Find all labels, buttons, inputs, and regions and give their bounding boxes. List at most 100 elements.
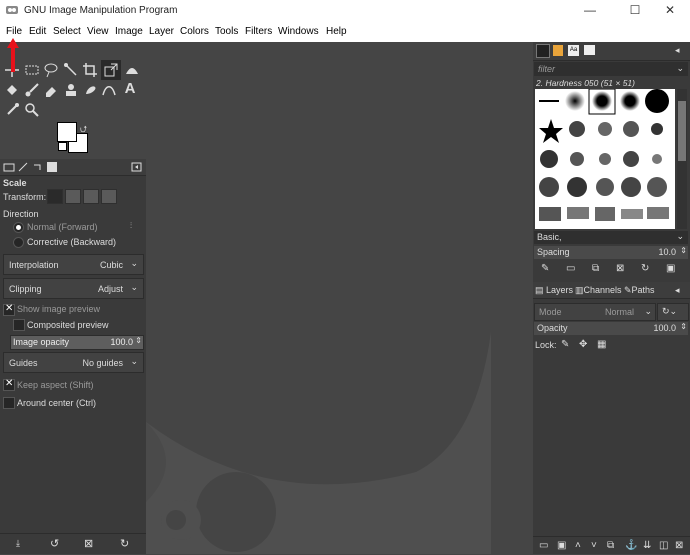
lasso-tool-icon[interactable] [43,62,59,78]
menu-image[interactable]: Image [115,26,143,37]
menu-layer[interactable]: Layer [149,26,174,37]
spin-arrows-icon[interactable]: ⇕ [680,322,687,331]
menu-colors[interactable]: Colors [180,26,209,37]
warp-tool-icon[interactable] [124,62,140,78]
image-canvas[interactable] [146,42,533,554]
images-tab-icon[interactable] [46,161,58,173]
close-button[interactable]: ✕ [650,0,690,22]
interpolation-combo[interactable]: Interpolation Cubic ⌄ [3,254,144,275]
red-arrow-annotation-icon [7,38,19,72]
paintbrush-tool-icon[interactable] [24,82,40,98]
document-history-tab-icon[interactable] [584,45,595,55]
spin-arrows-icon[interactable]: ⇕ [680,246,687,255]
crop-tool-icon[interactable] [82,62,98,78]
anchor-layer-icon[interactable]: ⚓ [625,540,637,551]
direction-chain-icon[interactable]: ⫶ [130,221,132,231]
show-preview-checkbox[interactable] [3,303,15,316]
menu-view[interactable]: View [87,26,109,37]
save-options-icon[interactable]: ⤓ [16,538,20,549]
new-layer-icon[interactable]: ▭ [539,540,548,551]
panel-menu-icon[interactable]: ◂ [675,285,680,296]
duplicate-brush-icon[interactable]: ⧉ [592,263,599,274]
title-bar: GNU Image Manipulation Program — ☐ ✕ [0,0,690,22]
paths-tool-icon[interactable] [101,82,117,98]
delete-options-icon[interactable]: ⊠ [84,537,93,550]
brush-grid[interactable] [535,88,675,229]
merge-layer-icon[interactable]: ⇊ [643,540,651,551]
fonts-tab-icon[interactable]: Aa [568,45,579,56]
new-brush-icon[interactable]: ▭ [566,263,575,274]
minimize-button[interactable]: — [570,0,610,22]
device-status-tab-icon[interactable] [17,161,29,173]
transform-image-button[interactable] [101,189,117,204]
menu-edit[interactable]: Edit [29,26,46,37]
foreground-color-swatch[interactable] [57,122,77,142]
lock-position-icon[interactable]: ✥ [579,339,587,350]
rect-select-tool-icon[interactable] [24,62,40,78]
refresh-brushes-icon[interactable]: ↻ [641,263,649,274]
transform-selection-button[interactable] [65,189,81,204]
new-layer-group-icon[interactable]: ▣ [557,540,566,551]
edit-brush-icon[interactable]: ✎ [541,263,549,274]
layer-opacity-label: Opacity [537,323,568,333]
layers-tab[interactable]: ▤ Layers [535,285,573,296]
maximize-button[interactable]: ☐ [615,0,655,22]
layer-mask-icon[interactable]: ◫ [659,540,668,551]
keep-aspect-checkbox[interactable] [3,378,15,391]
direction-normal-radio[interactable] [13,222,24,233]
composited-preview-checkbox[interactable] [13,319,25,331]
zoom-tool-icon[interactable] [24,102,40,118]
undo-history-tab-icon[interactable] [31,161,43,173]
menu-tools[interactable]: Tools [215,26,238,37]
brush-preset-value: Basic, [537,232,562,242]
lock-alpha-icon[interactable]: ▦ [597,339,606,350]
transform-layer-button[interactable] [47,189,63,204]
layer-mode-switch[interactable]: ↻⌄ [657,303,689,321]
reset-options-icon[interactable]: ↻ [120,537,129,550]
patterns-tab-icon[interactable] [553,45,563,56]
layer-opacity-spinner[interactable]: Opacity 100.0 ⇕ [534,322,688,335]
menu-select[interactable]: Select [53,26,81,37]
bucket-fill-tool-icon[interactable] [4,82,20,98]
delete-layer-icon[interactable]: ⊠ [675,540,683,551]
panel-menu-icon[interactable] [131,161,143,173]
smudge-tool-icon[interactable] [82,82,98,98]
menu-windows[interactable]: Windows [278,26,319,37]
raise-layer-icon[interactable]: ˄ [575,540,581,551]
menu-help[interactable]: Help [326,26,347,37]
layer-mode-combo[interactable]: Mode Normal ⌄ [534,303,656,321]
image-opacity-spinner[interactable]: Image opacity 100.0 ⇕ [10,335,144,350]
menu-filters[interactable]: Filters [245,26,272,37]
clipping-combo[interactable]: Clipping Adjust ⌄ [3,278,144,299]
brush-preset-field[interactable]: Basic, ⌄ [534,231,688,244]
open-brush-as-image-icon[interactable]: ▣ [666,263,675,274]
swap-colors-icon[interactable]: ⮍ [80,122,87,138]
layers-list[interactable] [533,354,690,534]
transform-path-button[interactable] [83,189,99,204]
lower-layer-icon[interactable]: ˅ [591,540,597,551]
window-title: GNU Image Manipulation Program [24,5,178,16]
brush-filter-field[interactable]: filter ⌄ [534,62,688,76]
color-picker-tool-icon[interactable] [4,102,20,118]
eraser-tool-icon[interactable] [43,82,59,98]
around-center-checkbox[interactable] [3,397,15,409]
tool-options-tab-icon[interactable] [3,161,15,173]
reset-colors-icon[interactable] [58,142,67,151]
channels-tab[interactable]: ▥Channels [575,285,622,296]
brush-scrollbar[interactable] [677,89,687,229]
text-tool-icon[interactable]: A [122,80,138,97]
spacing-spinner[interactable]: Spacing 10.0 ⇕ [534,246,688,259]
restore-options-icon[interactable]: ↺ [50,537,59,550]
guides-combo[interactable]: Guides No guides ⌄ [3,352,144,373]
fuzzy-select-tool-icon[interactable] [63,62,79,78]
panel-menu-icon[interactable]: ◂ [675,45,680,56]
lock-pixels-icon[interactable]: ✎ [561,339,569,350]
clone-tool-icon[interactable] [63,82,79,98]
spin-arrows-icon[interactable]: ⇕ [135,336,142,345]
brushes-tab-icon[interactable] [536,44,550,58]
direction-corrective-radio[interactable] [13,237,24,248]
paths-tab[interactable]: ✎Paths [624,285,655,296]
scale-tool-icon[interactable] [101,60,121,80]
duplicate-layer-icon[interactable]: ⧉ [607,540,614,551]
delete-brush-icon[interactable]: ⊠ [616,263,624,274]
